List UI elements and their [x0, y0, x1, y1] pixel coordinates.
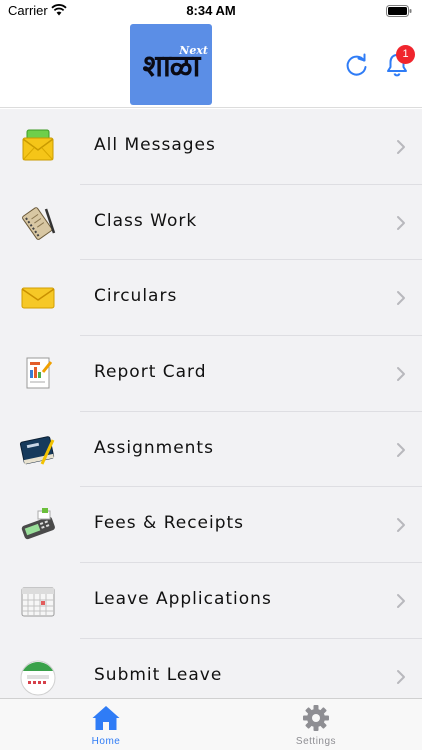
chevron-right-icon	[397, 367, 405, 382]
menu-item-label: All Messages	[94, 135, 216, 155]
chevron-right-icon	[397, 215, 405, 230]
report-document-icon	[26, 357, 53, 389]
card-machine-icon	[21, 508, 55, 540]
menu-item-label: Report Card	[94, 362, 207, 383]
calendar-badge-icon	[20, 660, 56, 696]
tab-label: Home	[91, 736, 121, 747]
menu-item-fees-receipts[interactable]: Fees & Receipts	[0, 487, 422, 563]
menu-item-assignments[interactable]: Assignments	[0, 412, 422, 488]
menu-item-label: Leave Applications	[94, 589, 272, 610]
chevron-right-icon	[397, 291, 405, 306]
menu-item-report-card[interactable]: Report Card	[0, 336, 422, 412]
notification-badge: 1	[396, 45, 415, 64]
app-header: Next शाळा 1	[0, 22, 422, 108]
chevron-right-icon	[397, 140, 405, 154]
battery-icon	[386, 5, 412, 17]
chevron-right-icon	[397, 594, 405, 609]
chevron-right-icon	[397, 669, 405, 684]
menu-item-leave-applications[interactable]: Leave Applications	[0, 563, 422, 639]
tab-settings[interactable]: Settings	[256, 699, 376, 750]
envelope-stack-icon	[22, 129, 54, 161]
notebook-pencil-icon	[22, 206, 56, 240]
tab-home[interactable]: Home	[46, 699, 166, 750]
refresh-icon[interactable]	[344, 52, 370, 78]
home-icon	[92, 706, 120, 730]
menu-item-label: Submit Leave	[94, 664, 223, 685]
menu-list: All Messages Class Work Circulars Report…	[0, 109, 422, 698]
gear-icon	[303, 705, 329, 731]
envelope-icon	[21, 287, 55, 309]
menu-item-submit-leave[interactable]: Submit Leave	[0, 639, 422, 698]
chevron-right-icon	[397, 442, 405, 457]
logo-text: शाळा	[142, 49, 201, 84]
menu-item-all-messages[interactable]: All Messages	[0, 109, 422, 185]
menu-item-label: Class Work	[94, 210, 198, 231]
menu-item-circulars[interactable]: Circulars	[0, 260, 422, 336]
notifications-button[interactable]: 1	[384, 45, 415, 80]
menu-item-label: Fees & Receipts	[94, 513, 245, 534]
tab-bar: Home Settings	[0, 698, 422, 750]
tab-label: Settings	[295, 736, 337, 747]
menu-item-label: Circulars	[94, 286, 178, 307]
app-logo: Next शाळा	[130, 24, 212, 105]
book-pen-icon	[19, 435, 55, 465]
calendar-icon	[21, 587, 55, 617]
menu-item-label: Assignments	[94, 437, 214, 458]
menu-item-class-work[interactable]: Class Work	[0, 185, 422, 261]
chevron-right-icon	[397, 518, 405, 533]
clock-time: 8:34 AM	[186, 3, 236, 18]
status-bar: Carrier 8:34 AM	[0, 0, 422, 22]
